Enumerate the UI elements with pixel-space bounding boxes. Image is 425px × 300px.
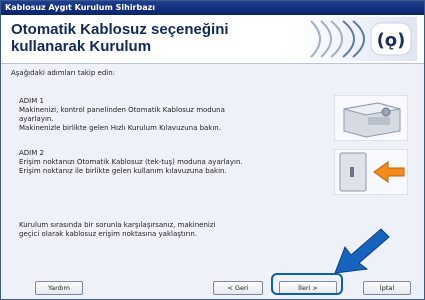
back-button[interactable]: < Geri <box>213 281 263 295</box>
cancel-button[interactable]: İptal <box>363 281 411 295</box>
wizard-header: Otomatik Kablosuz seçeneğini kullanarak … <box>1 15 424 64</box>
access-point-illustration <box>334 149 408 195</box>
pointer-arrow-icon <box>334 228 390 274</box>
instruction-text: Aşağıdaki adımları takip edin: <box>11 69 116 77</box>
button-row: Yardım < Geri İleri > İptal <box>1 277 424 299</box>
window-title: Kablosuz Aygıt Kurulum Sihirbazı <box>1 1 424 15</box>
note-line-1: Kurulum sırasında bir sorunla karşılaşır… <box>19 221 216 229</box>
printer-illustration <box>334 95 408 141</box>
wizard-window: Kablosuz Aygıt Kurulum Sihirbazı Otomati… <box>0 0 425 300</box>
svg-text:(ǫ): (ǫ) <box>377 30 406 51</box>
page-title: Otomatik Kablosuz seçeneğini kullanarak … <box>11 21 229 55</box>
troubleshooting-note: Kurulum sırasında bir sorunla karşılaşır… <box>19 221 309 239</box>
note-line-2: geçici olarak kablosuz erişim noktasına … <box>19 230 198 238</box>
next-button-focus-ring <box>271 273 343 295</box>
help-button[interactable]: Yardım <box>35 281 83 295</box>
wifi-logo-icon: (ǫ) <box>291 17 417 61</box>
